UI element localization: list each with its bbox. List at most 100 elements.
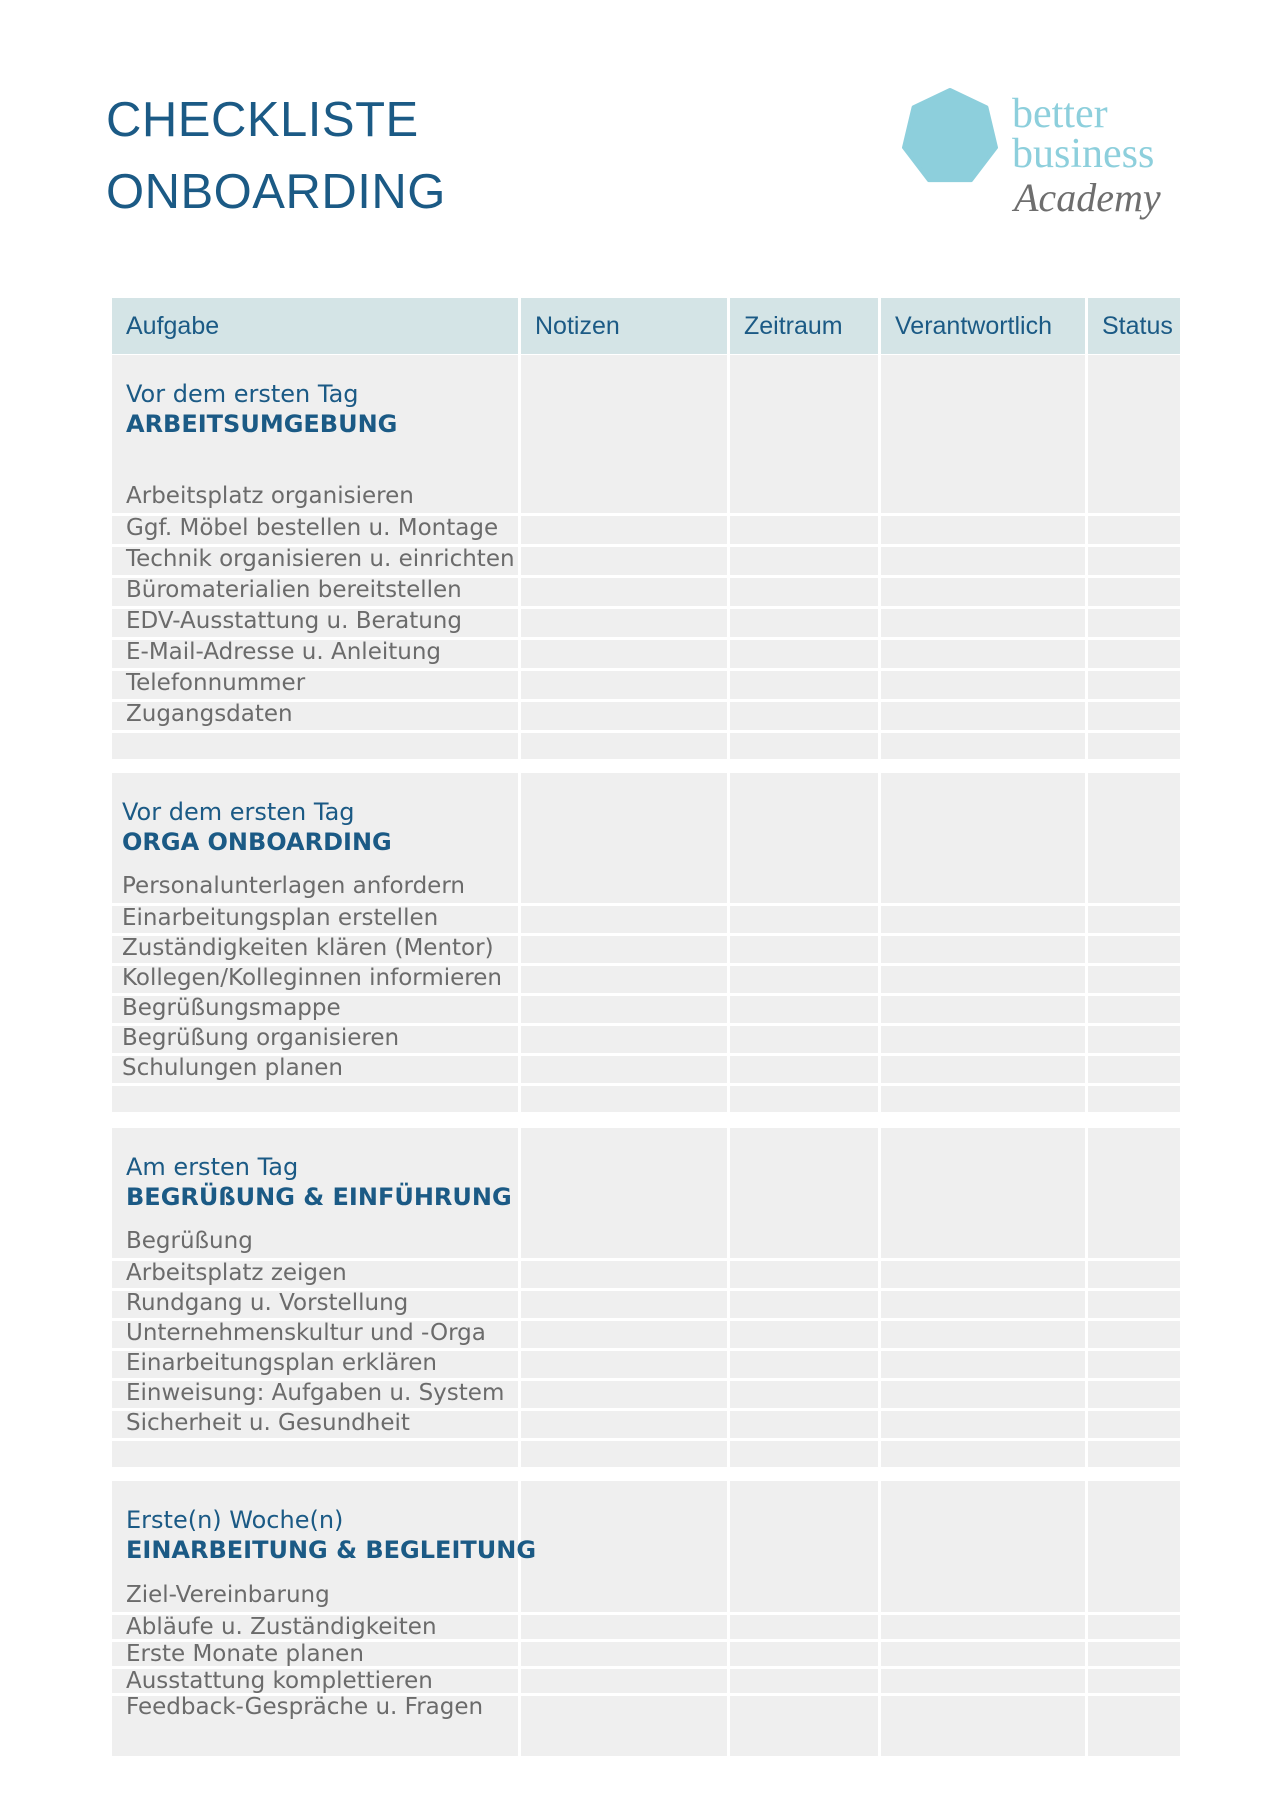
- entry-cell-verantwortlich[interactable]: [881, 1381, 1085, 1408]
- entry-cell-zeitraum[interactable]: [730, 966, 878, 993]
- entry-cell-notizen[interactable]: [521, 702, 727, 730]
- entry-cell-zeitraum[interactable]: [730, 1411, 878, 1438]
- entry-cell-status[interactable]: [1088, 702, 1180, 730]
- entry-cell-notizen[interactable]: [521, 966, 727, 993]
- entry-cell-notizen[interactable]: [521, 640, 727, 668]
- entry-cell-verantwortlich[interactable]: [881, 578, 1085, 606]
- entry-cell-notizen[interactable]: [521, 773, 727, 903]
- entry-cell-status[interactable]: [1088, 609, 1180, 637]
- entry-cell-status[interactable]: [1088, 1615, 1180, 1639]
- entry-cell-status[interactable]: [1088, 1026, 1180, 1053]
- entry-cell-verantwortlich[interactable]: [881, 906, 1085, 933]
- entry-cell-verantwortlich[interactable]: [881, 355, 1085, 513]
- entry-cell-status[interactable]: [1088, 671, 1180, 699]
- entry-cell-verantwortlich[interactable]: [881, 547, 1085, 575]
- entry-cell-verantwortlich[interactable]: [881, 1321, 1085, 1348]
- entry-cell-status[interactable]: [1088, 1669, 1180, 1693]
- entry-cell-verantwortlich[interactable]: [881, 966, 1085, 993]
- entry-cell-verantwortlich[interactable]: [881, 1481, 1085, 1612]
- entry-cell-zeitraum[interactable]: [730, 355, 878, 513]
- entry-cell-notizen[interactable]: [521, 355, 727, 513]
- entry-cell-status[interactable]: [1088, 1351, 1180, 1378]
- entry-cell-status[interactable]: [1088, 1128, 1180, 1258]
- entry-cell-notizen[interactable]: [521, 1128, 727, 1258]
- entry-cell-notizen[interactable]: [521, 609, 727, 637]
- entry-cell-zeitraum[interactable]: [730, 1669, 878, 1693]
- entry-cell-zeitraum[interactable]: [730, 1615, 878, 1639]
- entry-cell-notizen[interactable]: [521, 996, 727, 1023]
- entry-cell-notizen[interactable]: [521, 906, 727, 933]
- entry-cell-zeitraum[interactable]: [730, 578, 878, 606]
- entry-cell-verantwortlich[interactable]: [881, 936, 1085, 963]
- entry-cell-verantwortlich[interactable]: [881, 702, 1085, 730]
- entry-cell-zeitraum[interactable]: [730, 1026, 878, 1053]
- entry-cell-status[interactable]: [1088, 355, 1180, 513]
- entry-cell-notizen[interactable]: [521, 1351, 727, 1378]
- entry-cell-status[interactable]: [1088, 578, 1180, 606]
- entry-cell-status[interactable]: [1088, 640, 1180, 668]
- entry-cell-verantwortlich[interactable]: [881, 1669, 1085, 1693]
- entry-cell-zeitraum[interactable]: [730, 1351, 878, 1378]
- entry-cell-status[interactable]: [1088, 1642, 1180, 1666]
- entry-cell-zeitraum[interactable]: [730, 1321, 878, 1348]
- entry-cell-verantwortlich[interactable]: [881, 996, 1085, 1023]
- entry-cell-zeitraum[interactable]: [730, 1261, 878, 1288]
- entry-cell-verantwortlich[interactable]: [881, 1351, 1085, 1378]
- entry-cell-status[interactable]: [1088, 1696, 1180, 1756]
- entry-cell-status[interactable]: [1088, 966, 1180, 993]
- entry-cell-zeitraum[interactable]: [730, 996, 878, 1023]
- entry-cell-zeitraum[interactable]: [730, 609, 878, 637]
- entry-cell-verantwortlich[interactable]: [881, 640, 1085, 668]
- entry-cell-verantwortlich[interactable]: [881, 1128, 1085, 1258]
- entry-cell-status[interactable]: [1088, 1411, 1180, 1438]
- entry-cell-notizen[interactable]: [521, 1291, 727, 1318]
- entry-cell-notizen[interactable]: [521, 1696, 727, 1756]
- entry-cell-zeitraum[interactable]: [730, 1642, 878, 1666]
- entry-cell-status[interactable]: [1088, 996, 1180, 1023]
- entry-cell-verantwortlich[interactable]: [881, 1291, 1085, 1318]
- entry-cell-notizen[interactable]: [521, 1615, 727, 1639]
- entry-cell-verantwortlich[interactable]: [881, 1642, 1085, 1666]
- entry-cell-notizen[interactable]: [521, 671, 727, 699]
- entry-cell-status[interactable]: [1088, 936, 1180, 963]
- entry-cell-notizen[interactable]: [521, 1481, 727, 1612]
- entry-cell-notizen[interactable]: [521, 1026, 727, 1053]
- entry-cell-zeitraum[interactable]: [730, 516, 878, 544]
- entry-cell-verantwortlich[interactable]: [881, 671, 1085, 699]
- entry-cell-status[interactable]: [1088, 1481, 1180, 1612]
- entry-cell-notizen[interactable]: [521, 1381, 727, 1408]
- entry-cell-zeitraum[interactable]: [730, 547, 878, 575]
- entry-cell-status[interactable]: [1088, 773, 1180, 903]
- entry-cell-notizen[interactable]: [521, 1642, 727, 1666]
- entry-cell-status[interactable]: [1088, 906, 1180, 933]
- entry-cell-zeitraum[interactable]: [730, 640, 878, 668]
- entry-cell-zeitraum[interactable]: [730, 671, 878, 699]
- entry-cell-zeitraum[interactable]: [730, 1381, 878, 1408]
- entry-cell-verantwortlich[interactable]: [881, 773, 1085, 903]
- entry-cell-notizen[interactable]: [521, 1056, 727, 1083]
- entry-cell-verantwortlich[interactable]: [881, 1696, 1085, 1756]
- entry-cell-notizen[interactable]: [521, 1321, 727, 1348]
- entry-cell-notizen[interactable]: [521, 578, 727, 606]
- entry-cell-verantwortlich[interactable]: [881, 1615, 1085, 1639]
- entry-cell-verantwortlich[interactable]: [881, 1261, 1085, 1288]
- entry-cell-status[interactable]: [1088, 1381, 1180, 1408]
- entry-cell-zeitraum[interactable]: [730, 1291, 878, 1318]
- entry-cell-verantwortlich[interactable]: [881, 1026, 1085, 1053]
- entry-cell-zeitraum[interactable]: [730, 1481, 878, 1612]
- entry-cell-status[interactable]: [1088, 516, 1180, 544]
- entry-cell-status[interactable]: [1088, 547, 1180, 575]
- entry-cell-status[interactable]: [1088, 1261, 1180, 1288]
- entry-cell-verantwortlich[interactable]: [881, 1411, 1085, 1438]
- entry-cell-verantwortlich[interactable]: [881, 516, 1085, 544]
- entry-cell-zeitraum[interactable]: [730, 773, 878, 903]
- entry-cell-zeitraum[interactable]: [730, 1696, 878, 1756]
- entry-cell-zeitraum[interactable]: [730, 702, 878, 730]
- entry-cell-zeitraum[interactable]: [730, 906, 878, 933]
- entry-cell-verantwortlich[interactable]: [881, 609, 1085, 637]
- entry-cell-notizen[interactable]: [521, 547, 727, 575]
- entry-cell-status[interactable]: [1088, 1056, 1180, 1083]
- entry-cell-status[interactable]: [1088, 1291, 1180, 1318]
- entry-cell-verantwortlich[interactable]: [881, 1056, 1085, 1083]
- entry-cell-notizen[interactable]: [521, 516, 727, 544]
